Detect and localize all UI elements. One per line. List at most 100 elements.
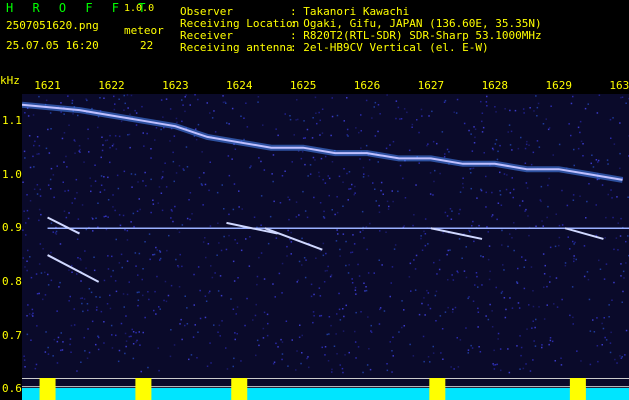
noise-speck: [473, 126, 475, 128]
noise-speck: [535, 95, 537, 97]
noise-speck: [472, 167, 475, 169]
noise-speck: [33, 144, 35, 147]
noise-speck: [287, 196, 289, 198]
noise-speck: [269, 215, 272, 218]
noise-speck: [298, 214, 300, 216]
noise-speck: [541, 220, 543, 222]
noise-speck: [394, 244, 397, 246]
noise-speck: [74, 197, 76, 200]
noise-speck: [102, 144, 104, 146]
noise-speck: [331, 368, 333, 371]
noise-speck: [572, 323, 574, 325]
noise-speck: [436, 273, 438, 275]
noise-speck: [436, 142, 438, 145]
noise-speck: [541, 346, 543, 349]
noise-speck: [301, 237, 303, 240]
noise-speck: [92, 218, 94, 220]
noise-speck: [619, 152, 621, 155]
noise-speck: [348, 171, 351, 173]
noise-speck: [260, 224, 262, 226]
noise-speck: [496, 363, 498, 366]
noise-speck: [214, 131, 217, 133]
noise-speck: [390, 282, 392, 284]
noise-speck: [374, 188, 376, 190]
noise-speck: [297, 118, 299, 121]
noise-speck: [219, 275, 222, 277]
noise-speck: [87, 128, 89, 131]
noise-speck: [262, 337, 265, 339]
noise-speck: [146, 132, 148, 135]
noise-speck: [138, 331, 140, 333]
noise-speck: [74, 152, 76, 154]
noise-speck: [39, 243, 42, 245]
noise-speck: [80, 259, 82, 261]
noise-speck: [160, 99, 163, 101]
noise-speck: [309, 173, 312, 175]
noise-speck: [27, 249, 29, 252]
noise-speck: [392, 200, 394, 203]
noise-speck: [228, 213, 230, 216]
noise-speck: [124, 352, 126, 355]
noise-speck: [429, 307, 432, 310]
noise-speck: [129, 113, 131, 116]
noise-speck: [448, 151, 450, 153]
noise-speck: [334, 213, 336, 216]
noise-speck: [44, 294, 47, 296]
noise-speck: [69, 343, 71, 346]
noise-speck: [573, 148, 575, 151]
noise-speck: [107, 216, 109, 218]
noise-speck: [172, 220, 174, 223]
noise-speck: [164, 162, 166, 164]
noise-speck: [555, 277, 558, 279]
noise-speck: [138, 198, 140, 200]
noise-speck: [103, 215, 105, 218]
noise-speck: [456, 98, 459, 101]
noise-speck: [612, 117, 614, 119]
noise-speck: [49, 112, 52, 114]
noise-speck: [137, 181, 139, 183]
noise-speck: [354, 330, 356, 333]
noise-speck: [123, 109, 125, 111]
noise-speck: [347, 199, 349, 201]
noise-speck: [389, 144, 391, 146]
noise-speck: [185, 94, 187, 96]
noise-speck: [592, 166, 595, 168]
noise-speck: [24, 266, 26, 268]
noise-speck: [347, 272, 350, 274]
noise-speck: [537, 102, 540, 105]
noise-speck: [234, 338, 236, 341]
noise-speck: [67, 95, 69, 97]
noise-speck: [463, 122, 466, 125]
noise-speck: [542, 123, 545, 125]
noise-speck: [198, 176, 201, 179]
noise-speck: [141, 278, 143, 281]
noise-speck: [524, 162, 527, 164]
noise-speck: [172, 151, 174, 154]
noise-speck: [543, 286, 545, 288]
noise-speck: [611, 197, 613, 199]
noise-speck: [577, 147, 580, 150]
noise-speck: [406, 111, 408, 114]
noise-speck: [104, 139, 107, 142]
noise-speck: [99, 191, 102, 193]
noise-speck: [323, 210, 325, 213]
noise-speck: [62, 181, 64, 183]
noise-speck: [493, 368, 496, 370]
noise-speck: [23, 355, 25, 357]
noise-speck: [216, 254, 218, 256]
noise-speck: [620, 263, 622, 265]
noise-speck: [420, 108, 423, 111]
noise-speck: [495, 139, 498, 141]
noise-speck: [528, 144, 530, 146]
noise-speck: [36, 325, 38, 327]
noise-speck: [330, 134, 332, 137]
noise-speck: [299, 324, 301, 326]
noise-speck: [52, 174, 55, 176]
noise-speck: [510, 130, 513, 133]
noise-speck: [615, 237, 618, 239]
noise-speck: [301, 151, 304, 153]
noise-speck: [210, 265, 212, 267]
noise-speck: [367, 316, 369, 318]
noise-speck: [509, 192, 512, 194]
noise-speck: [512, 196, 514, 199]
